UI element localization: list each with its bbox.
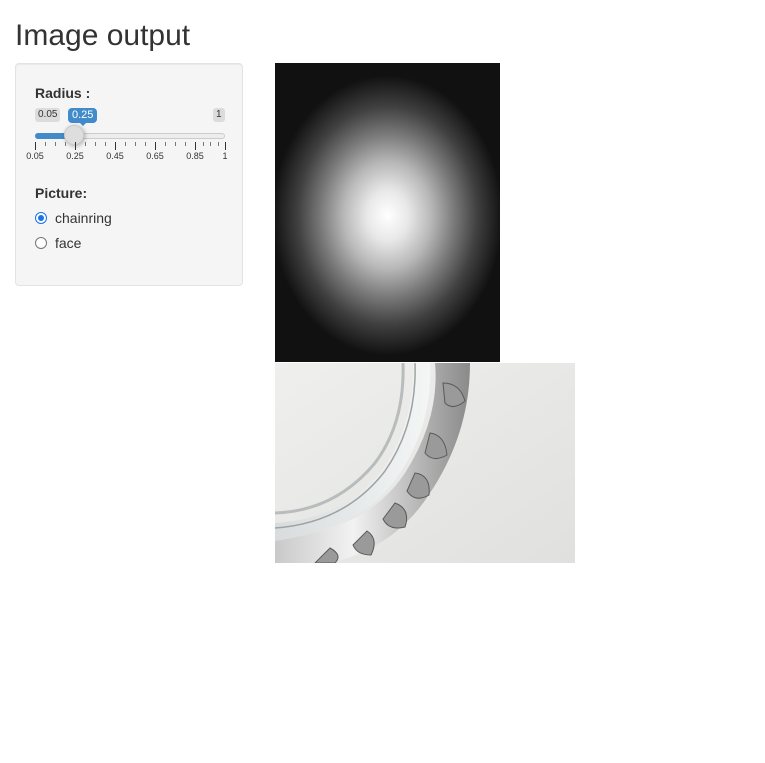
chainring-photo-icon [275, 363, 575, 563]
radio-label-face: face [55, 235, 82, 251]
picture-label: Picture: [35, 185, 88, 201]
slider-minor-tick [135, 142, 136, 146]
slider-minor-tick [185, 142, 186, 146]
slider-tick-label: 0.25 [66, 151, 84, 161]
slider-minor-tick [125, 142, 126, 146]
slider-minor-tick [65, 142, 66, 146]
slider-minor-tick [145, 142, 146, 146]
slider-minor-tick [45, 142, 46, 146]
slider-minor-tick [105, 142, 106, 146]
radio-button-unchecked[interactable] [35, 237, 47, 249]
slider-minor-tick [210, 142, 211, 146]
slider-tick-label: 0.65 [146, 151, 164, 161]
slider-grid: 0.05 0.25 0.45 0.65 0.85 1 [26, 142, 228, 162]
slider-major-tick [35, 142, 36, 150]
slider-tick-label: 1 [222, 151, 228, 161]
sidebar-panel: Radius : 0.05 1 0.25 0.05 0.25 0.45 0.65 0.8… [15, 63, 243, 286]
slider-minor-tick [165, 142, 166, 146]
slider-tick-label: 0.05 [26, 151, 44, 161]
slider-max-label: 1 [213, 108, 225, 122]
slider-min-label: 0.05 [35, 108, 61, 122]
gaussian-blur-image [275, 63, 500, 362]
slider-minor-tick [217, 142, 219, 146]
page-title: Image output [15, 19, 191, 52]
radio-chainring[interactable]: chainring [35, 208, 112, 228]
slider-major-tick [195, 142, 196, 150]
slider-minor-tick [95, 142, 96, 146]
slider-tick-label: 0.45 [106, 151, 124, 161]
slider-tick-label: 0.85 [186, 151, 204, 161]
slider-major-tick [225, 142, 226, 150]
chainring-image [275, 363, 575, 563]
slider-minor-tick [175, 142, 176, 146]
slider-minor-tick [55, 142, 56, 146]
radio-button-checked[interactable] [35, 212, 47, 224]
radius-slider-label: Radius : [35, 85, 91, 101]
radio-face[interactable]: face [35, 233, 81, 253]
slider-major-tick [115, 142, 116, 150]
slider-major-tick [155, 142, 156, 150]
slider-minor-tick [85, 142, 86, 146]
slider-minor-tick [202, 142, 204, 146]
radio-label-chainring: chainring [55, 210, 112, 226]
slider-value-label: 0.25 [68, 108, 98, 126]
slider-major-tick [75, 142, 76, 150]
